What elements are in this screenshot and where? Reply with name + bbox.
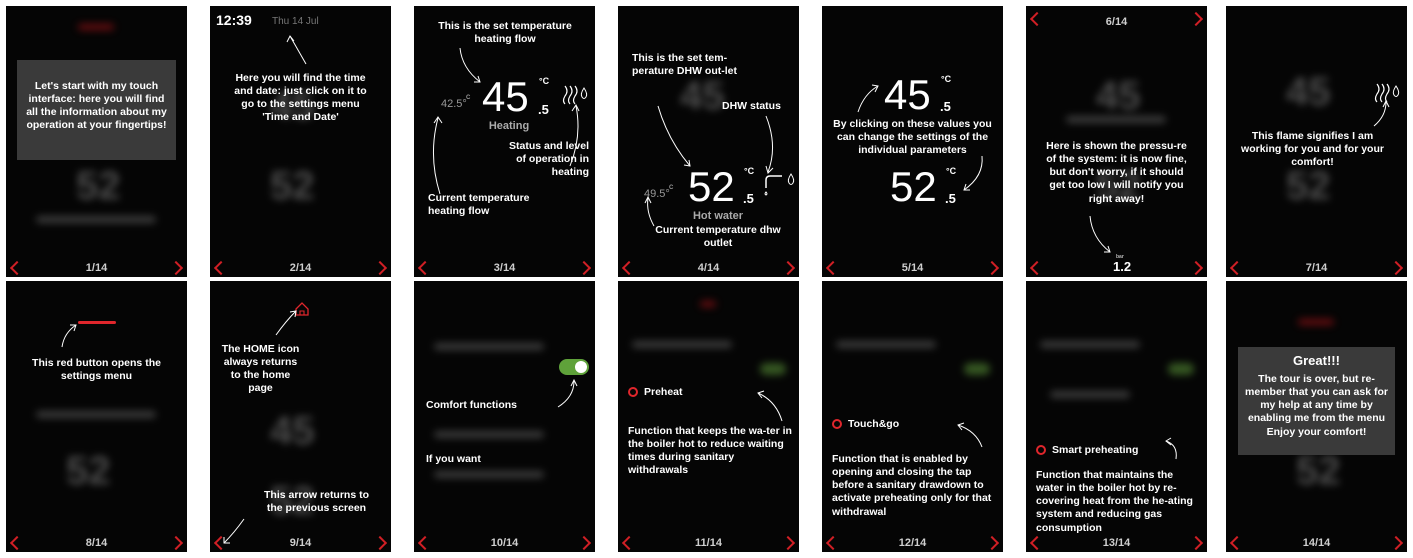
page-indicator: 8/14 bbox=[85, 537, 108, 549]
panel-13: Smart preheating Function that maintains… bbox=[1026, 281, 1207, 552]
message-text: The tour is over, but re-member that you… bbox=[1245, 373, 1388, 438]
home-callout: The HOME icon always returns to the home… bbox=[221, 343, 300, 395]
set-temp-decimal: .5 bbox=[538, 102, 549, 117]
set-temp-value[interactable]: 45 bbox=[482, 76, 529, 118]
dhw-temp-decimal: .5 bbox=[945, 191, 956, 206]
info-text: This flame signifies I am working for yo… bbox=[1241, 130, 1384, 169]
set-temp-unit: °C bbox=[539, 76, 550, 86]
pointer-arrow bbox=[757, 390, 783, 422]
mode-label: Hot water bbox=[692, 210, 744, 222]
current-temp-callout: Current temperature heating flow bbox=[428, 192, 530, 218]
dhw-temp-unit: °C bbox=[946, 166, 957, 176]
current-temp-callout: Current temperature dhw outlet bbox=[655, 224, 781, 250]
page-indicator: 14/14 bbox=[1302, 537, 1331, 549]
current-temp-value: 42.5° bbox=[441, 98, 467, 110]
panel-9: 45 52 The HOME icon always returns to th… bbox=[210, 281, 391, 552]
page-indicator: 11/14 bbox=[695, 537, 722, 549]
page-indicator: 13/14 bbox=[1102, 537, 1131, 549]
current-temp-unit: C bbox=[466, 95, 471, 101]
page-indicator: 4/14 bbox=[697, 262, 720, 274]
message-text: Let's start with my touch interface: her… bbox=[26, 80, 167, 132]
set-temp-decimal: .5 bbox=[743, 191, 754, 206]
back-callout: This arrow returns to the previous scree… bbox=[264, 489, 370, 515]
panel-10: Comfort functions If you want 10/14 bbox=[414, 281, 595, 552]
pointer-arrow bbox=[1089, 215, 1111, 253]
panel-1: 52 Let's start with my touch interface: … bbox=[6, 6, 187, 277]
panel-14: 52 Great!!! The tour is over, but re-mem… bbox=[1226, 281, 1407, 552]
pointer-arrow bbox=[557, 378, 578, 408]
page-indicator: 10/14 bbox=[490, 537, 519, 549]
option-description: Function that keeps the wa-ter in the bo… bbox=[628, 425, 792, 477]
dhw-temp-value[interactable]: 52 bbox=[890, 166, 937, 208]
mode-label: Heating bbox=[488, 120, 530, 132]
panel-5: 45 °C .5 By clicking on these values you… bbox=[822, 6, 1003, 277]
pressure-value: 1.2 bbox=[1113, 259, 1132, 274]
page-indicator: 2/14 bbox=[289, 262, 312, 274]
comfort-label: Comfort functions bbox=[426, 399, 517, 411]
page-indicator: 5/14 bbox=[901, 262, 924, 274]
pointer-arrow bbox=[61, 324, 77, 348]
panel-2: 45 52 12:39 Thu 14 Jul Here you will fin… bbox=[210, 6, 391, 277]
panel-11: Preheat Function that keeps the wa-ter i… bbox=[618, 281, 799, 552]
page-indicator: 12/14 bbox=[898, 537, 927, 549]
status-callout: Status and level of operation in heating bbox=[509, 140, 589, 179]
set-temp-value[interactable]: 52 bbox=[688, 166, 735, 208]
info-text: This red button opens the settings menu bbox=[32, 357, 161, 383]
heating-status-icon bbox=[562, 85, 588, 105]
info-text: By clicking on these values you can chan… bbox=[833, 118, 992, 157]
info-text: Here you will find the time and date: ju… bbox=[234, 72, 367, 124]
message-title: Great!!! bbox=[1293, 353, 1340, 368]
current-temp-value: 49.5° bbox=[644, 188, 670, 200]
panel-6: 45 52 6/14 Here is shown the pressu-re o… bbox=[1026, 6, 1207, 277]
hint-label: If you want bbox=[426, 453, 481, 465]
set-temp-unit: °C bbox=[744, 166, 755, 176]
page-indicator: 1/14 bbox=[85, 262, 108, 274]
tutorial-grid: 52 Let's start with my touch interface: … bbox=[6, 6, 1407, 552]
panel-4: 45 This is the set tem-perature DHW out-… bbox=[618, 6, 799, 277]
pointer-arrow bbox=[286, 35, 307, 65]
page-indicator: 9/14 bbox=[289, 537, 312, 549]
panel-8: 52 This red button opens the settings me… bbox=[6, 281, 187, 552]
option-description: Function that maintains the water in the… bbox=[1036, 469, 1193, 534]
page-indicator: 3/14 bbox=[493, 262, 516, 274]
panel-7: 45 52 This flame signifies I am working … bbox=[1226, 6, 1407, 277]
tap-icon bbox=[764, 173, 795, 196]
page-indicator: 7/14 bbox=[1305, 262, 1328, 274]
current-temp-unit: C bbox=[669, 185, 674, 191]
panel-3: This is the set temperature heating flow… bbox=[414, 6, 595, 277]
option-description: Function that is enabled by opening and … bbox=[832, 453, 992, 518]
panel-12: Touch&go Function that is enabled by ope… bbox=[822, 281, 1003, 552]
